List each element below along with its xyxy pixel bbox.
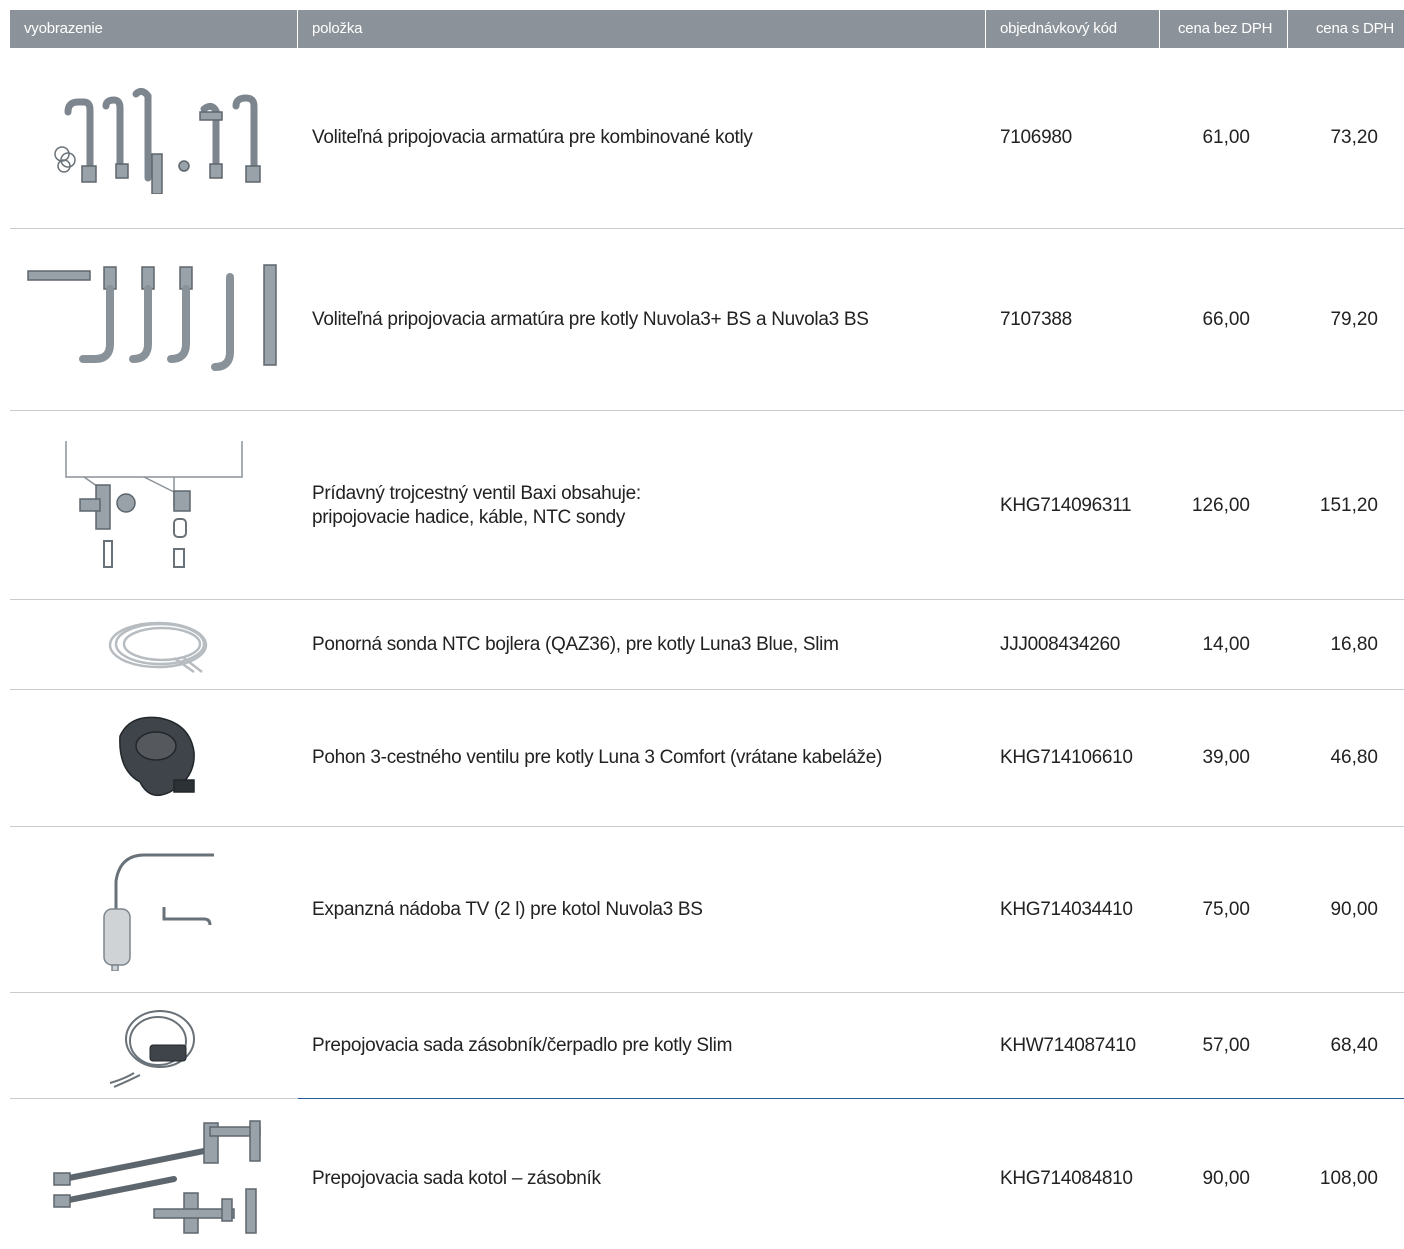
table-row: Ponorná sonda NTC bojlera (QAZ36), pre k… xyxy=(10,600,1404,690)
item-description-line-2: pripojovacie hadice, káble, NTC sondy xyxy=(312,507,626,528)
order-code: KHG714034410 xyxy=(1000,899,1133,920)
column-header-price-net: cena bez DPH xyxy=(1160,10,1288,48)
item-description-line: Voliteľná pripojovacia armatúra pre komb… xyxy=(312,127,753,148)
order-code: KHW714087410 xyxy=(1000,1035,1136,1056)
valve-actuator-icon xyxy=(119,716,195,797)
item-description-line: Voliteľná pripojovacia armatúra pre kotl… xyxy=(312,309,869,330)
ntc-probe-cable-icon xyxy=(108,621,208,674)
order-code: 7106980 xyxy=(1000,127,1072,148)
price-gross: 68,40 xyxy=(1330,1035,1378,1056)
price-net: 75,00 xyxy=(1202,899,1250,920)
price-gross: 90,00 xyxy=(1330,899,1378,920)
price-net: 90,00 xyxy=(1202,1168,1250,1189)
item-description: Pohon 3-cestného ventilu pre kotly Luna … xyxy=(312,746,972,770)
price-net: 126,00 xyxy=(1191,495,1250,516)
table-row: Voliteľná pripojovacia armatúra pre kotl… xyxy=(10,229,1404,411)
item-description: Prídavný trojcestný ventil Baxi obsahuje… xyxy=(312,482,972,530)
item-description: Prepojovacia sada kotol – zásobník xyxy=(312,1167,972,1191)
item-description-line: Prepojovacia sada kotol – zásobník xyxy=(312,1168,601,1189)
table-row: Prídavný trojcestný ventil Baxi obsahuje… xyxy=(10,411,1404,600)
table-row: Prepojovacia sada zásobník/čerpadlo pre … xyxy=(10,993,1404,1099)
order-code: KHG714084810 xyxy=(1000,1168,1133,1189)
item-description-line: Expanzná nádoba TV (2 l) pre kotol Nuvol… xyxy=(312,899,703,920)
table-row: Expanzná nádoba TV (2 l) pre kotol Nuvol… xyxy=(10,827,1404,993)
item-description: Ponorná sonda NTC bojlera (QAZ36), pre k… xyxy=(312,633,972,657)
item-description-line: Ponorná sonda NTC bojlera (QAZ36), pre k… xyxy=(312,634,839,655)
item-description-line: Prídavný trojcestný ventil Baxi obsahuje… xyxy=(312,483,641,504)
price-net: 57,00 xyxy=(1202,1035,1250,1056)
column-header-image: vyobrazenie xyxy=(10,10,298,48)
connection-fittings-icon xyxy=(54,87,261,194)
table-row: Voliteľná pripojovacia armatúra pre komb… xyxy=(10,48,1404,229)
order-code: KHG714106610 xyxy=(1000,747,1133,768)
column-header-price-gross: cena s DPH xyxy=(1316,20,1395,37)
column-header-code: objednávkový kód xyxy=(986,10,1160,48)
order-code: KHG714096311 xyxy=(1000,495,1132,516)
three-way-valve-icon xyxy=(65,441,243,568)
price-net: 14,00 xyxy=(1202,634,1250,655)
item-description: Expanzná nádoba TV (2 l) pre kotol Nuvol… xyxy=(312,898,972,922)
price-gross: 151,20 xyxy=(1319,495,1378,516)
item-description-line: Prepojovacia sada zásobník/čerpadlo pre … xyxy=(312,1035,733,1056)
flex-hose-kit-icon xyxy=(53,1120,261,1234)
connection-kit-cable-icon xyxy=(109,1010,195,1088)
column-header-item: položka xyxy=(298,10,986,48)
item-description: Voliteľná pripojovacia armatúra pre komb… xyxy=(312,126,972,150)
price-gross: 79,20 xyxy=(1330,309,1378,330)
table-row: Pohon 3-cestného ventilu pre kotly Luna … xyxy=(10,690,1404,827)
table-row: Prepojovacia sada kotol – zásobník KHG71… xyxy=(10,1099,1404,1249)
item-description: Voliteľná pripojovacia armatúra pre kotl… xyxy=(312,308,972,332)
item-description: Prepojovacia sada zásobník/čerpadlo pre … xyxy=(312,1034,972,1058)
price-gross: 108,00 xyxy=(1319,1168,1378,1189)
price-gross: 73,20 xyxy=(1330,127,1378,148)
connection-pipes-icon xyxy=(27,264,277,371)
price-net: 66,00 xyxy=(1202,309,1250,330)
price-gross: 46,80 xyxy=(1330,747,1378,768)
table-header: vyobrazenie položka objednávkový kód cen… xyxy=(10,10,1404,48)
expansion-vessel-icon xyxy=(103,853,214,971)
price-net: 61,00 xyxy=(1202,127,1250,148)
order-code: 7107388 xyxy=(1000,309,1072,330)
order-code: JJJ008434260 xyxy=(1000,634,1121,655)
price-gross: 16,80 xyxy=(1330,634,1378,655)
item-description-line: Pohon 3-cestného ventilu pre kotly Luna … xyxy=(312,747,882,768)
price-net: 39,00 xyxy=(1202,747,1250,768)
